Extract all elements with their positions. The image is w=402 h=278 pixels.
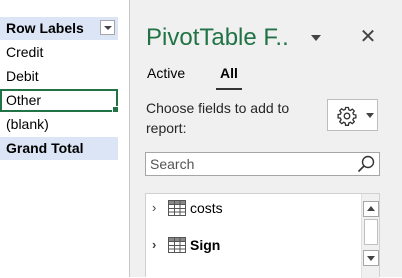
search-icon[interactable] xyxy=(356,154,376,174)
pane-title: PivotTable F.. xyxy=(146,24,289,51)
pivot-table: Row Labels Credit Debit Other (blank) Gr… xyxy=(0,0,128,277)
pivot-row-blank[interactable]: (blank) xyxy=(0,113,118,136)
menu-caret-icon[interactable] xyxy=(311,35,321,41)
scroll-thumb[interactable] xyxy=(364,219,378,245)
row-labels-header[interactable]: Row Labels xyxy=(0,17,118,40)
tools-button[interactable] xyxy=(327,99,378,131)
search-input[interactable] xyxy=(146,153,359,175)
pivot-row-debit[interactable]: Debit xyxy=(0,65,118,88)
scroll-down-icon[interactable] xyxy=(363,250,379,266)
field-label-sign: Sign xyxy=(190,237,221,253)
search-box[interactable] xyxy=(145,152,380,176)
tab-all-underline xyxy=(216,88,242,90)
fill-handle[interactable] xyxy=(112,106,119,113)
pivot-row-other-selected[interactable]: Other xyxy=(0,89,119,113)
pivottable-fields-pane: PivotTable F.. ✕ Active All Choose field… xyxy=(129,0,402,278)
chevron-right-icon[interactable]: › xyxy=(152,234,162,256)
field-list: › costs › Sign xyxy=(145,193,380,278)
pivot-row-credit[interactable]: Credit xyxy=(0,41,118,64)
pivot-row-other-text: Other xyxy=(6,92,42,108)
tab-all[interactable]: All xyxy=(220,65,238,81)
pivot-grand-total[interactable]: Grand Total xyxy=(0,137,118,160)
field-list-scrollbar[interactable] xyxy=(361,194,379,278)
dropdown-icon[interactable] xyxy=(100,20,115,35)
instruction-text: Choose fields to add to report: xyxy=(146,100,290,136)
scroll-up-icon[interactable] xyxy=(363,201,379,217)
field-label-costs: costs xyxy=(190,200,223,216)
close-icon[interactable]: ✕ xyxy=(358,27,378,47)
table-icon xyxy=(168,237,186,253)
chevron-right-icon[interactable]: › xyxy=(152,197,162,219)
chevron-down-icon xyxy=(366,113,374,118)
table-icon xyxy=(168,200,186,216)
gear-icon xyxy=(337,106,357,126)
row-labels-header-text: Row Labels xyxy=(6,20,84,36)
tab-active[interactable]: Active xyxy=(147,65,185,81)
